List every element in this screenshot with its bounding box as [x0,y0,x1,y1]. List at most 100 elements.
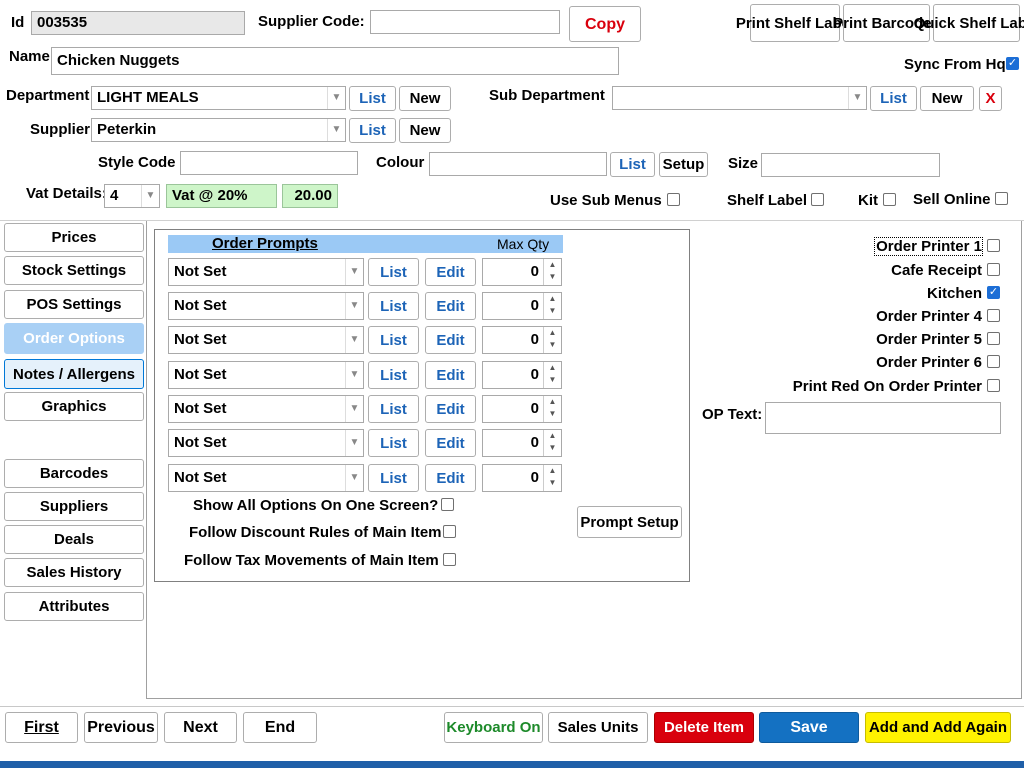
spin-arrows-icon[interactable]: ▲ ▼ [543,293,561,319]
chevron-down-icon[interactable]: ▼ [345,396,363,422]
id-field[interactable]: 003535 [31,11,245,35]
chevron-down-icon[interactable]: ▼ [345,430,363,456]
vat-code-combo[interactable]: 4 ▼ [104,184,160,208]
add-and-add-again-button[interactable]: Add and Add Again [865,712,1011,743]
prompt-list-button[interactable]: List [368,429,419,457]
colour-list-button[interactable]: List [610,152,655,177]
printer-checkbox-6[interactable] [987,355,1000,368]
chevron-down-icon[interactable]: ▼ [327,119,345,141]
tab-barcodes[interactable]: Barcodes [4,459,144,488]
printer-checkbox-1[interactable] [987,239,1000,252]
sync-checkbox[interactable]: ✓ [1006,57,1019,70]
max-qty-stepper[interactable]: 0 ▲ ▼ [482,395,562,423]
prompt-edit-button[interactable]: Edit [425,429,476,457]
copy-button[interactable]: Copy [569,6,641,42]
style-code-field[interactable] [180,151,358,175]
prompt-select[interactable]: Not Set ▼ [168,292,364,320]
tab-prices[interactable]: Prices [4,223,144,252]
prompt-select[interactable]: Not Set ▼ [168,361,364,389]
prompt-list-button[interactable]: List [368,258,419,286]
sales-units-button[interactable]: Sales Units [548,712,648,743]
max-qty-stepper[interactable]: 0 ▲ ▼ [482,292,562,320]
prompt-setup-button[interactable]: Prompt Setup [577,506,682,538]
tab-graphics[interactable]: Graphics [4,392,144,421]
max-qty-stepper[interactable]: 0 ▲ ▼ [482,361,562,389]
spin-arrows-icon[interactable]: ▲ ▼ [543,327,561,353]
prompt-select[interactable]: Not Set ▼ [168,395,364,423]
printer-checkbox-4[interactable] [987,309,1000,322]
sub-department-combo[interactable]: ▼ [612,86,867,110]
sell-online-checkbox[interactable] [995,192,1008,205]
spin-arrows-icon[interactable]: ▲ ▼ [543,362,561,388]
tab-suppliers[interactable]: Suppliers [4,492,144,521]
prompt-select[interactable]: Not Set ▼ [168,464,364,492]
max-qty-stepper[interactable]: 0 ▲ ▼ [482,258,562,286]
chevron-down-icon[interactable]: ▼ [848,87,866,109]
chevron-down-icon[interactable]: ▼ [141,185,159,207]
chevron-down-icon[interactable]: ▼ [345,259,363,285]
tab-attributes[interactable]: Attributes [4,592,144,621]
delete-item-button[interactable]: Delete Item [654,712,754,743]
sub-department-clear-button[interactable]: X [979,86,1002,111]
supplier-new-button[interactable]: New [399,118,451,143]
tab-pos-settings[interactable]: POS Settings [4,290,144,319]
chevron-down-icon[interactable]: ▼ [345,327,363,353]
prompt-list-button[interactable]: List [368,395,419,423]
prompt-edit-button[interactable]: Edit [425,464,476,492]
tab-order-options[interactable]: Order Options [4,323,144,354]
supplier-combo[interactable]: Peterkin ▼ [91,118,346,142]
prompt-edit-button[interactable]: Edit [425,361,476,389]
prompt-list-button[interactable]: List [368,464,419,492]
colour-setup-button[interactable]: Setup [659,152,708,177]
max-qty-stepper[interactable]: 0 ▲ ▼ [482,429,562,457]
tab-deals[interactable]: Deals [4,525,144,554]
chevron-down-icon[interactable]: ▼ [345,362,363,388]
name-field[interactable]: Chicken Nuggets [51,47,619,75]
chevron-down-icon[interactable]: ▼ [345,465,363,491]
end-button[interactable]: End [243,712,317,743]
kit-checkbox[interactable] [883,193,896,206]
quick-shelf-label-button[interactable]: Quick Shelf Label [914,4,1024,42]
prompt-list-button[interactable]: List [368,361,419,389]
prompt-list-button[interactable]: List [368,326,419,354]
use-sub-menus-checkbox[interactable] [667,193,680,206]
department-combo[interactable]: LIGHT MEALS ▼ [91,86,346,110]
print-shelf-label-button[interactable]: Print Shelf Label [736,4,854,42]
supplier-code-field[interactable] [370,10,560,34]
chevron-down-icon[interactable]: ▼ [327,87,345,109]
sub-department-list-button[interactable]: List [870,86,917,111]
prompt-list-button[interactable]: List [368,292,419,320]
follow-tax-checkbox[interactable] [443,553,456,566]
printer-checkbox-3[interactable]: ✓ [987,286,1000,299]
op-text-field[interactable] [765,402,1001,434]
prompt-select[interactable]: Not Set ▼ [168,326,364,354]
prompt-edit-button[interactable]: Edit [425,395,476,423]
printer-checkbox-7[interactable] [987,379,1000,392]
prompt-select[interactable]: Not Set ▼ [168,258,364,286]
shelf-label-checkbox[interactable] [811,193,824,206]
max-qty-stepper[interactable]: 0 ▲ ▼ [482,464,562,492]
chevron-down-icon[interactable]: ▼ [345,293,363,319]
tab-stock-settings[interactable]: Stock Settings [4,256,144,285]
show-all-options-checkbox[interactable] [441,498,454,511]
tab-sales-history[interactable]: Sales History [4,558,144,587]
printer-checkbox-2[interactable] [987,263,1000,276]
save-button[interactable]: Save [759,712,859,743]
spin-arrows-icon[interactable]: ▲ ▼ [543,259,561,285]
printer-checkbox-5[interactable] [987,332,1000,345]
follow-discount-checkbox[interactable] [443,525,456,538]
next-button[interactable]: Next [164,712,237,743]
supplier-list-button[interactable]: List [349,118,396,143]
first-button[interactable]: First [5,712,78,743]
prompt-edit-button[interactable]: Edit [425,326,476,354]
max-qty-stepper[interactable]: 0 ▲ ▼ [482,326,562,354]
prompt-edit-button[interactable]: Edit [425,258,476,286]
previous-button[interactable]: Previous [84,712,158,743]
prompt-edit-button[interactable]: Edit [425,292,476,320]
size-field[interactable] [761,153,940,177]
spin-arrows-icon[interactable]: ▲ ▼ [543,396,561,422]
tab-notes-allergens[interactable]: Notes / Allergens [4,359,144,389]
colour-field[interactable] [429,152,607,176]
department-list-button[interactable]: List [349,86,396,111]
department-new-button[interactable]: New [399,86,451,111]
